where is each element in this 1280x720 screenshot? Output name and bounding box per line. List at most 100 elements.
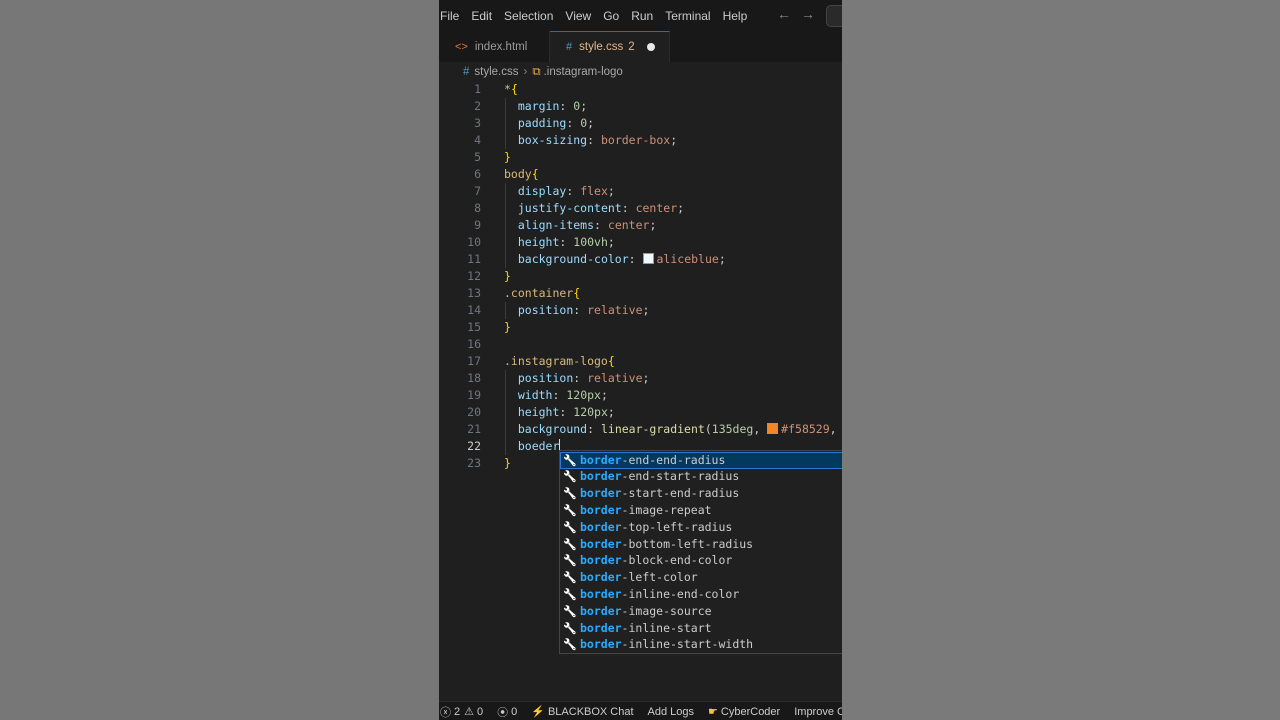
code-line[interactable]: 19 width: 120px; [439, 387, 842, 404]
code-line[interactable]: 13 .container{ [439, 285, 842, 302]
code-line[interactable]: 11 background-color: aliceblue; [439, 251, 842, 268]
code-token: } [504, 269, 511, 283]
code-token: aliceblue [656, 252, 719, 266]
code-token: position [517, 371, 574, 385]
code-line[interactable]: 16 [439, 336, 842, 353]
menu-file[interactable]: File [439, 9, 465, 23]
suggestion-item[interactable]: 🔧 border-block-end-color [560, 552, 842, 569]
code-line[interactable]: 5} [439, 149, 842, 166]
code-token: { [573, 286, 581, 300]
code-token: { [531, 167, 539, 181]
suggestion-item[interactable]: 🔧 border-end-end-radius [560, 451, 842, 469]
code-token: ; [670, 133, 678, 147]
code-token: : [587, 133, 601, 147]
menu-view[interactable]: View [559, 9, 597, 23]
improve-code-button[interactable]: Improve Coc [787, 706, 842, 718]
code-token: } [504, 320, 511, 334]
suggestion-item[interactable]: 🔧 border-inline-start-width [560, 636, 842, 653]
menu-selection[interactable]: Selection [498, 9, 559, 23]
suggestion-label: border-inline-start [580, 620, 712, 635]
line-text: margin: 0; [504, 98, 587, 115]
code-line[interactable]: 4 box-sizing: border-box; [439, 132, 842, 149]
code-line[interactable]: 12} [439, 268, 842, 285]
indent-guide [505, 98, 506, 149]
code-line[interactable]: 15} [439, 319, 842, 336]
code-line[interactable]: 1 *{ [439, 81, 842, 98]
property-wrench-icon: 🔧 [563, 621, 577, 635]
suggestion-item[interactable]: 🔧 border-inline-end-color [560, 586, 842, 603]
code-token: justify-content [517, 201, 622, 215]
line-number: 8 [474, 201, 481, 215]
code-token: align-items [517, 218, 595, 232]
code-line[interactable]: 7 display: flex; [439, 183, 842, 200]
color-swatch-icon[interactable] [642, 253, 654, 264]
ports-indicator[interactable]: ⦿ 0 [490, 704, 524, 720]
code-line[interactable]: 6 body{ [439, 166, 842, 183]
code-line[interactable]: 8 justify-content: center; [439, 200, 842, 217]
unsaved-dot-icon[interactable] [646, 43, 655, 51]
code-line[interactable]: 14 position: relative; [439, 302, 842, 319]
status-label: CyberCoder [720, 705, 781, 718]
line-number: 12 [467, 269, 481, 283]
code-token: { [607, 354, 615, 368]
line-number: 3 [474, 116, 481, 130]
code-token: ; [587, 116, 595, 130]
suggestion-item[interactable]: 🔧 border-image-repeat [560, 502, 842, 519]
line-text: display: flex; [504, 183, 615, 200]
line-number: 18 [467, 371, 481, 385]
code-token: } [504, 150, 511, 164]
menu-go[interactable]: Go [597, 9, 625, 23]
code-line[interactable]: 21 background: linear-gradient(135deg, #… [439, 421, 842, 438]
code-token: 135deg [711, 422, 754, 436]
property-wrench-icon: 🔧 [563, 638, 577, 652]
code-token: background [517, 422, 588, 436]
left-backdrop [0, 0, 439, 720]
color-swatch-icon[interactable] [767, 423, 779, 434]
code-line[interactable]: 9 align-items: center; [439, 217, 842, 234]
ports-count: 0 [511, 705, 518, 718]
code-token: padding [517, 116, 567, 130]
tab-label: index.html [474, 40, 528, 53]
suggestion-item[interactable]: 🔧 border-top-left-radius [560, 519, 842, 536]
line-number: 23 [467, 456, 481, 470]
code-line[interactable]: 20 height: 120px; [439, 404, 842, 421]
suggestion-item[interactable]: 🔧 border-inline-start [560, 620, 842, 637]
problems-indicator[interactable]: ⓧ 2 ⚠ 0 [439, 704, 490, 720]
suggestion-item[interactable]: 🔧 border-bottom-left-radius [560, 536, 842, 553]
menu-run[interactable]: Run [625, 9, 659, 23]
suggestion-item[interactable]: 🔧 border-image-source [560, 603, 842, 620]
property-wrench-icon: 🔧 [563, 520, 577, 534]
arrow-left-icon[interactable]: ← [777, 6, 801, 22]
tab-index-html[interactable]: <> index.html [439, 31, 550, 62]
code-token: } [504, 456, 511, 470]
code-line[interactable]: 18 position: relative; [439, 370, 842, 387]
suggestion-label: border-left-color [580, 570, 698, 585]
breadcrumb-symbol[interactable]: .instagram-logo [544, 66, 623, 78]
tab-style-css[interactable]: # style.css 2 [550, 31, 670, 62]
property-wrench-icon: 🔧 [563, 453, 577, 467]
menu-help[interactable]: Help [717, 9, 754, 23]
code-line[interactable]: 17 .instagram-logo{ [439, 353, 842, 370]
command-center[interactable] [826, 5, 842, 27]
blackbox-chat-button[interactable]: ⚡ BLACKBOX Chat [524, 705, 640, 719]
suggestion-label: border-image-source [580, 603, 712, 618]
suggestion-item[interactable]: 🔧 border-end-start-radius [560, 468, 842, 485]
breadcrumb-file[interactable]: style.css [474, 66, 518, 78]
code-token: : [594, 218, 608, 232]
line-text: .container{ [504, 285, 580, 302]
code-line[interactable]: 2 margin: 0; [439, 98, 842, 115]
arrow-right-icon[interactable]: → [801, 6, 825, 22]
line-text: .instagram-logo{ [504, 353, 615, 370]
code-line[interactable]: 3 padding: 0; [439, 115, 842, 132]
add-logs-button[interactable]: Add Logs [641, 706, 701, 718]
code-line[interactable]: 10 height: 100vh; [439, 234, 842, 251]
cybercoder-button[interactable]: ☛ CyberCoder [701, 705, 787, 719]
suggestion-item[interactable]: 🔧 border-start-end-radius [560, 485, 842, 502]
menu-edit[interactable]: Edit [465, 9, 498, 23]
menu-terminal[interactable]: Terminal [659, 9, 716, 23]
suggestion-item[interactable]: 🔧 border-left-color [560, 569, 842, 586]
